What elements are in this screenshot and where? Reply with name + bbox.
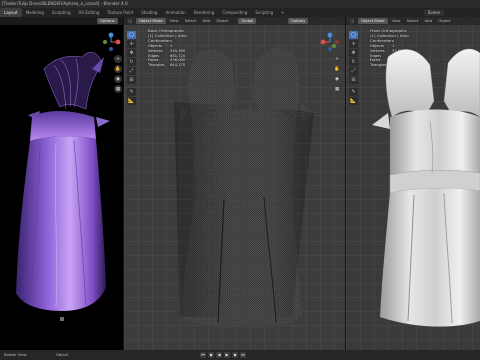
status-bar: Rotate View Object ⏮ ◆ ◀ ▶ ◆ ⏭ <box>0 350 480 360</box>
tab-rendering[interactable]: Rendering <box>190 8 218 17</box>
dress-solid-gray <box>372 48 480 327</box>
tab-texture-paint[interactable]: Texture Paint <box>103 8 137 17</box>
viewport-left-render[interactable]: Options + ✋ ◉ ▦ <box>0 17 123 350</box>
play-reverse-icon[interactable]: ◀ <box>216 352 222 358</box>
status-hint-middle: Object <box>55 352 69 357</box>
tab-layout[interactable]: Layout <box>0 8 22 17</box>
prev-keyframe-icon[interactable]: ◆ <box>208 352 214 358</box>
tab-uv-editing[interactable]: UV Editing <box>75 8 104 17</box>
dress-render-purple <box>16 52 110 321</box>
viewport-right-solid[interactable]: ◫ Object Mode View Select Add Object ▢ ✛… <box>346 17 480 350</box>
play-icon[interactable]: ▶ <box>224 352 230 358</box>
tab-compositing[interactable]: Compositing <box>218 8 251 17</box>
add-workspace-button[interactable]: + <box>277 8 288 17</box>
tab-sculpting[interactable]: Sculpting <box>48 8 75 17</box>
tab-animation[interactable]: Animation <box>161 8 189 17</box>
workspace-tabs: Layout Modeling Sculpting UV Editing Texture… <box>0 8 480 17</box>
tab-scripting[interactable]: Scripting <box>251 8 277 17</box>
next-keyframe-icon[interactable]: ◆ <box>232 352 238 358</box>
jump-start-icon[interactable]: ⏮ <box>200 352 206 358</box>
status-hint-left: Rotate View <box>4 352 27 357</box>
tab-modeling[interactable]: Modeling <box>22 8 48 17</box>
scene-selector[interactable]: Scene <box>423 9 444 16</box>
tab-shading[interactable]: Shading <box>137 8 161 17</box>
window-title: [Trader/Tulip Dress/BLENDER/Aphrea_a_uck… <box>0 0 480 8</box>
playback-controls: ⏮ ◆ ◀ ▶ ◆ ⏭ <box>200 352 246 358</box>
jump-end-icon[interactable]: ⏭ <box>240 352 246 358</box>
dress-wireframe <box>174 47 314 328</box>
viewport-middle-wireframe[interactable]: ◫ Object Mode View Select Add Object Glo… <box>124 17 345 350</box>
